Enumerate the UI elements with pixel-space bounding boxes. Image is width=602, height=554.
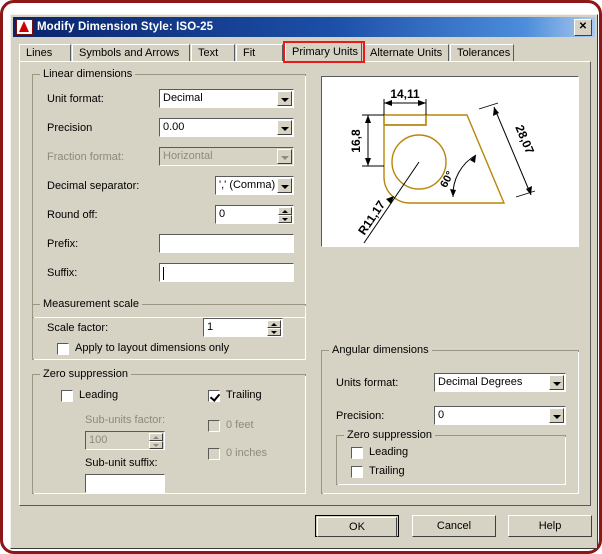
screenshot-frame: Modify Dimension Style: ISO-25 ✕ Lines S… — [0, 0, 602, 554]
preview-drawing: 14,11 16,8 28,07 60° R11,17 — [349, 87, 537, 244]
modify-dimension-style-dialog: Modify Dimension Style: ISO-25 ✕ Lines S… — [10, 14, 598, 549]
round-off-stepper[interactable]: 0 — [215, 205, 294, 224]
text-caret — [163, 267, 164, 280]
group-measurement-scale-title: Measurement scale — [40, 298, 142, 310]
tab-bar: Lines Symbols and Arrows Text Fit Primar… — [19, 41, 589, 63]
round-off-value: 0 — [219, 208, 226, 220]
angular-units-format-value: Decimal Degrees — [438, 376, 523, 388]
label-sub-units-factor: Sub-units factor: — [85, 414, 166, 426]
unit-format-value: Decimal — [163, 92, 203, 104]
preview-dim-left: 16,8 — [349, 129, 363, 153]
help-button[interactable]: Help — [508, 515, 592, 537]
checkbox-box — [351, 447, 363, 459]
tab-fit[interactable]: Fit — [236, 44, 283, 61]
preview-dim-top: 14,11 — [390, 87, 420, 101]
group-zero-suppression-angular: Zero suppression Leading Trailing — [336, 429, 566, 485]
label-decimal-separator: Decimal separator: — [47, 180, 140, 192]
apply-to-layout-dimensions-only-label: Apply to layout dimensions only — [75, 342, 230, 354]
sub-units-factor-value: 100 — [89, 434, 108, 446]
zero-suppression-leading-label: Leading — [79, 389, 119, 401]
spinner-up-icon — [149, 433, 163, 441]
group-angular-dimensions-title: Angular dimensions — [329, 344, 432, 356]
decimal-separator-value: ',' (Comma) — [219, 179, 276, 191]
tab-lines[interactable]: Lines — [19, 44, 71, 61]
preview-dim-diagonal: 28,07 — [512, 123, 537, 156]
dialog-title: Modify Dimension Style: ISO-25 — [37, 21, 214, 33]
dialog-titlebar: Modify Dimension Style: ISO-25 ✕ — [13, 17, 595, 37]
unit-format-combo[interactable]: Decimal — [159, 89, 294, 108]
scale-factor-spinner[interactable] — [267, 320, 281, 336]
close-icon[interactable]: ✕ — [574, 19, 592, 36]
scale-factor-stepper[interactable]: 1 — [203, 318, 283, 337]
suffix-input[interactable] — [159, 263, 294, 282]
angular-precision-value: 0 — [438, 409, 445, 421]
group-zero-suppression-linear-title: Zero suppression — [40, 368, 131, 380]
tab-primary-units[interactable]: Primary Units — [285, 42, 362, 62]
spinner-down-icon[interactable] — [278, 215, 292, 223]
label-angular-units-format: Units format: — [336, 377, 399, 389]
label-round-off: Round off: — [47, 209, 98, 221]
prefix-input[interactable] — [159, 234, 294, 253]
angular-zero-suppression-trailing-label: Trailing — [369, 465, 405, 477]
spinner-down-icon[interactable] — [267, 328, 281, 336]
ok-button-label: OK — [317, 517, 397, 537]
angular-units-format-combo[interactable]: Decimal Degrees — [434, 373, 566, 392]
chevron-down-icon — [277, 149, 292, 164]
group-linear-dimensions-title: Linear dimensions — [40, 68, 136, 80]
checkbox-box — [61, 390, 73, 402]
label-prefix: Prefix: — [47, 238, 79, 250]
sub-unit-suffix-input[interactable] — [85, 474, 165, 493]
checkbox-box — [57, 343, 69, 355]
tab-panel-primary-units: Linear dimensions Unit format: Decimal P… — [19, 61, 591, 506]
spinner-down-icon — [149, 441, 163, 449]
tab-symbols-and-arrows[interactable]: Symbols and Arrows — [72, 44, 190, 61]
label-sub-unit-suffix: Sub-unit suffix: — [85, 457, 158, 469]
label-angular-precision: Precision: — [336, 410, 385, 422]
label-unit-format: Unit format: — [47, 93, 104, 105]
fraction-format-combo: Horizontal — [159, 147, 294, 166]
label-fraction-format: Fraction format: — [47, 151, 125, 163]
group-linear-dimensions: Linear dimensions Unit format: Decimal P… — [32, 68, 306, 318]
chevron-down-icon[interactable] — [549, 408, 564, 423]
zero-suppression-trailing-label: Trailing — [226, 389, 262, 401]
tab-tolerances[interactable]: Tolerances — [450, 44, 514, 61]
tab-text[interactable]: Text — [191, 44, 235, 61]
sub-units-factor-spinner — [149, 433, 163, 449]
precision-value: 0.00 — [163, 121, 185, 133]
sub-units-factor-stepper: 100 — [85, 431, 165, 450]
autocad-logo-icon — [16, 19, 33, 35]
group-angular-dimensions: Angular dimensions Units format: Decimal… — [321, 344, 579, 494]
checkbox-box — [208, 420, 220, 432]
checkbox-box — [208, 390, 220, 402]
cancel-button[interactable]: Cancel — [412, 515, 496, 537]
chevron-down-icon[interactable] — [277, 91, 292, 106]
angular-precision-combo[interactable]: 0 — [434, 406, 566, 425]
zero-inches-label: 0 inches — [226, 447, 267, 459]
zero-feet-label: 0 feet — [226, 419, 254, 431]
scale-factor-value: 1 — [207, 321, 214, 333]
spinner-up-icon[interactable] — [278, 207, 292, 215]
group-measurement-scale: Measurement scale Scale factor: 1 Apply … — [32, 298, 306, 360]
tab-alternate-units[interactable]: Alternate Units — [363, 44, 449, 61]
checkbox-box — [351, 466, 363, 478]
precision-combo[interactable]: 0.00 — [159, 118, 294, 137]
decimal-separator-combo[interactable]: ',' (Comma) — [215, 176, 294, 195]
ok-button[interactable]: OK — [315, 515, 399, 537]
label-scale-factor: Scale factor: — [47, 322, 109, 334]
angular-zero-suppression-leading-label: Leading — [369, 446, 409, 458]
group-zero-suppression-angular-title: Zero suppression — [344, 429, 435, 441]
chevron-down-icon[interactable] — [549, 375, 564, 390]
fraction-format-value: Horizontal — [163, 150, 213, 162]
chevron-down-icon[interactable] — [277, 178, 292, 193]
group-zero-suppression-linear: Zero suppression Leading Trailing Sub-un… — [32, 368, 306, 494]
label-precision: Precision — [47, 122, 93, 134]
round-off-spinner[interactable] — [278, 207, 292, 223]
label-suffix: Suffix: — [47, 267, 78, 279]
spinner-up-icon[interactable] — [267, 320, 281, 328]
dimension-style-preview: 14,11 16,8 28,07 60° R11,17 — [321, 76, 579, 247]
checkbox-box — [208, 448, 220, 460]
chevron-down-icon[interactable] — [277, 120, 292, 135]
